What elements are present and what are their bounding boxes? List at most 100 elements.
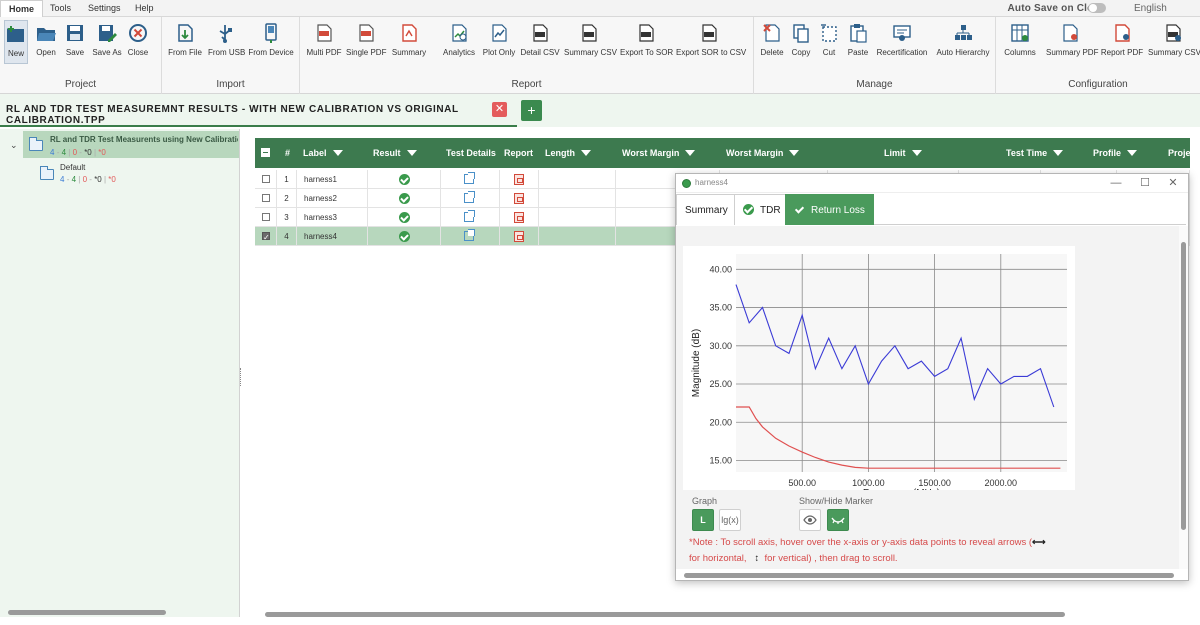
maximize-icon[interactable]: ☐ [1138,176,1152,190]
row-checkbox[interactable] [262,228,270,247]
window-horizontal-scrollbar[interactable] [684,573,1174,578]
copy-icon [793,24,809,43]
return-loss-chart[interactable]: 500.00 1000.00 1500.00 2000.00 15.00 20.00 25.… [683,246,1075,499]
plot-only-button[interactable]: Plot Only [480,20,518,64]
pdf-report-icon[interactable] [514,231,524,242]
report-pdf-config-button[interactable]: Report PDF [1100,20,1144,64]
single-pdf-button[interactable]: Single PDF [346,20,386,64]
detail-csv-button[interactable]: Detail CSV [520,20,560,64]
pdf-report-icon[interactable] [514,212,524,223]
select-all-checkbox[interactable] [261,148,270,157]
autosave-toggle[interactable] [1088,3,1106,13]
col-header-limit[interactable]: Limit [884,138,922,168]
summary-csv-config-button[interactable]: Summary CSV [1148,20,1200,64]
col-header-test-time[interactable]: Test Time [1006,138,1064,168]
row-checkbox[interactable] [262,175,270,183]
y-tick-label: 40.00 [709,264,732,274]
grid-horizontal-scrollbar[interactable] [265,612,1065,617]
paste-button[interactable]: Paste [845,20,871,64]
open-details-icon[interactable] [464,210,475,222]
tab-summary[interactable]: Summary [676,194,737,225]
window-titlebar[interactable]: harness4 — ☐ ✕ [676,174,1188,193]
close-button[interactable]: Close [125,20,151,64]
row-label: harness4 [297,227,368,246]
graph-log-button[interactable]: lg(x) [719,509,741,531]
tree-expand-icon[interactable]: ⌄ [10,140,18,151]
multi-pdf-button[interactable]: Multi PDF [306,20,342,64]
tree-root-node[interactable]: RL and TDR Test Measurents using New Cal… [23,131,239,158]
show-marker-button[interactable] [799,509,821,531]
row-checkbox[interactable] [262,194,270,202]
row-label: harness3 [297,208,368,227]
new-button[interactable]: New [4,20,28,64]
harness-window: harness4 — ☐ ✕ Summary TDR Return Loss 5… [675,173,1189,581]
open-button[interactable]: Open [32,20,60,64]
tree-horizontal-scrollbar[interactable] [8,610,166,615]
tab-tdr[interactable]: TDR [734,194,790,225]
row-checkbox-cell [255,208,277,227]
window-vertical-scrollbar[interactable] [1181,242,1186,530]
tree-child-name[interactable]: Default [60,163,85,172]
menu-tab-tools[interactable]: Tools [42,0,79,17]
summary-pdf-config-button[interactable]: Summary PDF [1046,20,1098,64]
menu-tab-settings[interactable]: Settings [80,0,129,17]
delete-button[interactable]: Delete [759,20,785,64]
recertification-button[interactable]: Recertification [874,20,930,64]
ribbon-group-project-label: Project [64,79,97,90]
panel-splitter[interactable] [240,368,243,386]
col-header-label[interactable]: Label [303,138,343,168]
col-header-length[interactable]: Length [545,138,591,168]
ribbon-group-configuration: Columns Summary PDF Report PDF Summary C… [996,17,1200,94]
row-checkbox-cell [255,227,277,247]
col-header-worst-margin-2[interactable]: Worst Margin [726,138,800,168]
summary-csv-button[interactable]: Summary CSV [564,20,617,64]
minimize-icon[interactable]: — [1109,176,1123,190]
save-button[interactable]: Save [62,20,88,64]
open-details-icon[interactable] [464,191,475,203]
plot-icon [492,24,507,42]
hide-marker-button[interactable] [827,509,849,531]
sor-csv-icon [702,24,717,42]
open-details-icon[interactable] [464,229,475,241]
pdf-report-icon[interactable] [514,174,524,185]
from-file-button[interactable]: From File [168,20,202,64]
ribbon-group-manage: Delete Copy Cut Paste Recertification Au… [754,17,996,94]
col-header-worst-margin-1[interactable]: Worst Margin [622,138,696,168]
delete-label: Delete [760,48,784,57]
row-test-details [441,189,500,208]
analytics-label: Analytics [442,48,475,57]
menu-tab-help[interactable]: Help [127,0,162,17]
file-tab-close-icon[interactable]: ✕ [492,102,507,117]
export-sor-to-csv-button[interactable]: Export SOR to CSV [676,20,746,64]
from-device-button[interactable]: From Device [248,20,294,64]
analytics-button[interactable]: Analytics [440,20,478,64]
save-as-button[interactable]: Save As [91,20,123,64]
check-circle-icon [743,203,754,215]
tab-return-loss[interactable]: Return Loss [785,194,874,225]
menu-tab-home[interactable]: Home [0,0,44,18]
col-header-num: # [285,148,291,158]
row-checkbox-cell [255,189,277,208]
summary-button[interactable]: Summary [390,20,428,64]
file-tab[interactable]: RL AND TDR TEST MEASUREMNT RESULTS - WIT… [0,94,517,127]
close-window-icon[interactable]: ✕ [1166,176,1180,190]
add-file-tab-button[interactable]: + [521,100,542,121]
row-checkbox-cell [255,170,277,189]
col-header-result[interactable]: Result [373,138,417,168]
copy-button[interactable]: Copy [788,20,814,64]
pdf-report-icon[interactable] [514,193,524,204]
columns-button[interactable]: Columns [1000,20,1040,64]
open-details-icon[interactable] [464,172,475,184]
language-selector[interactable]: English [1134,0,1167,17]
auto-hierarchy-button[interactable]: Auto Hierarchy [936,20,990,64]
multi-pdf-label: Multi PDF [306,48,342,57]
col-header-profile[interactable]: Profile [1093,138,1138,168]
row-result [368,227,441,246]
graph-linear-button[interactable]: L [692,509,714,531]
export-to-sor-button[interactable]: Export To SOR [620,20,673,64]
cut-button[interactable]: Cut [817,20,841,64]
row-checkbox[interactable] [262,213,270,221]
filter-icon [1053,149,1064,156]
folder-icon [40,166,54,180]
from-usb-button[interactable]: From USB [208,20,245,64]
